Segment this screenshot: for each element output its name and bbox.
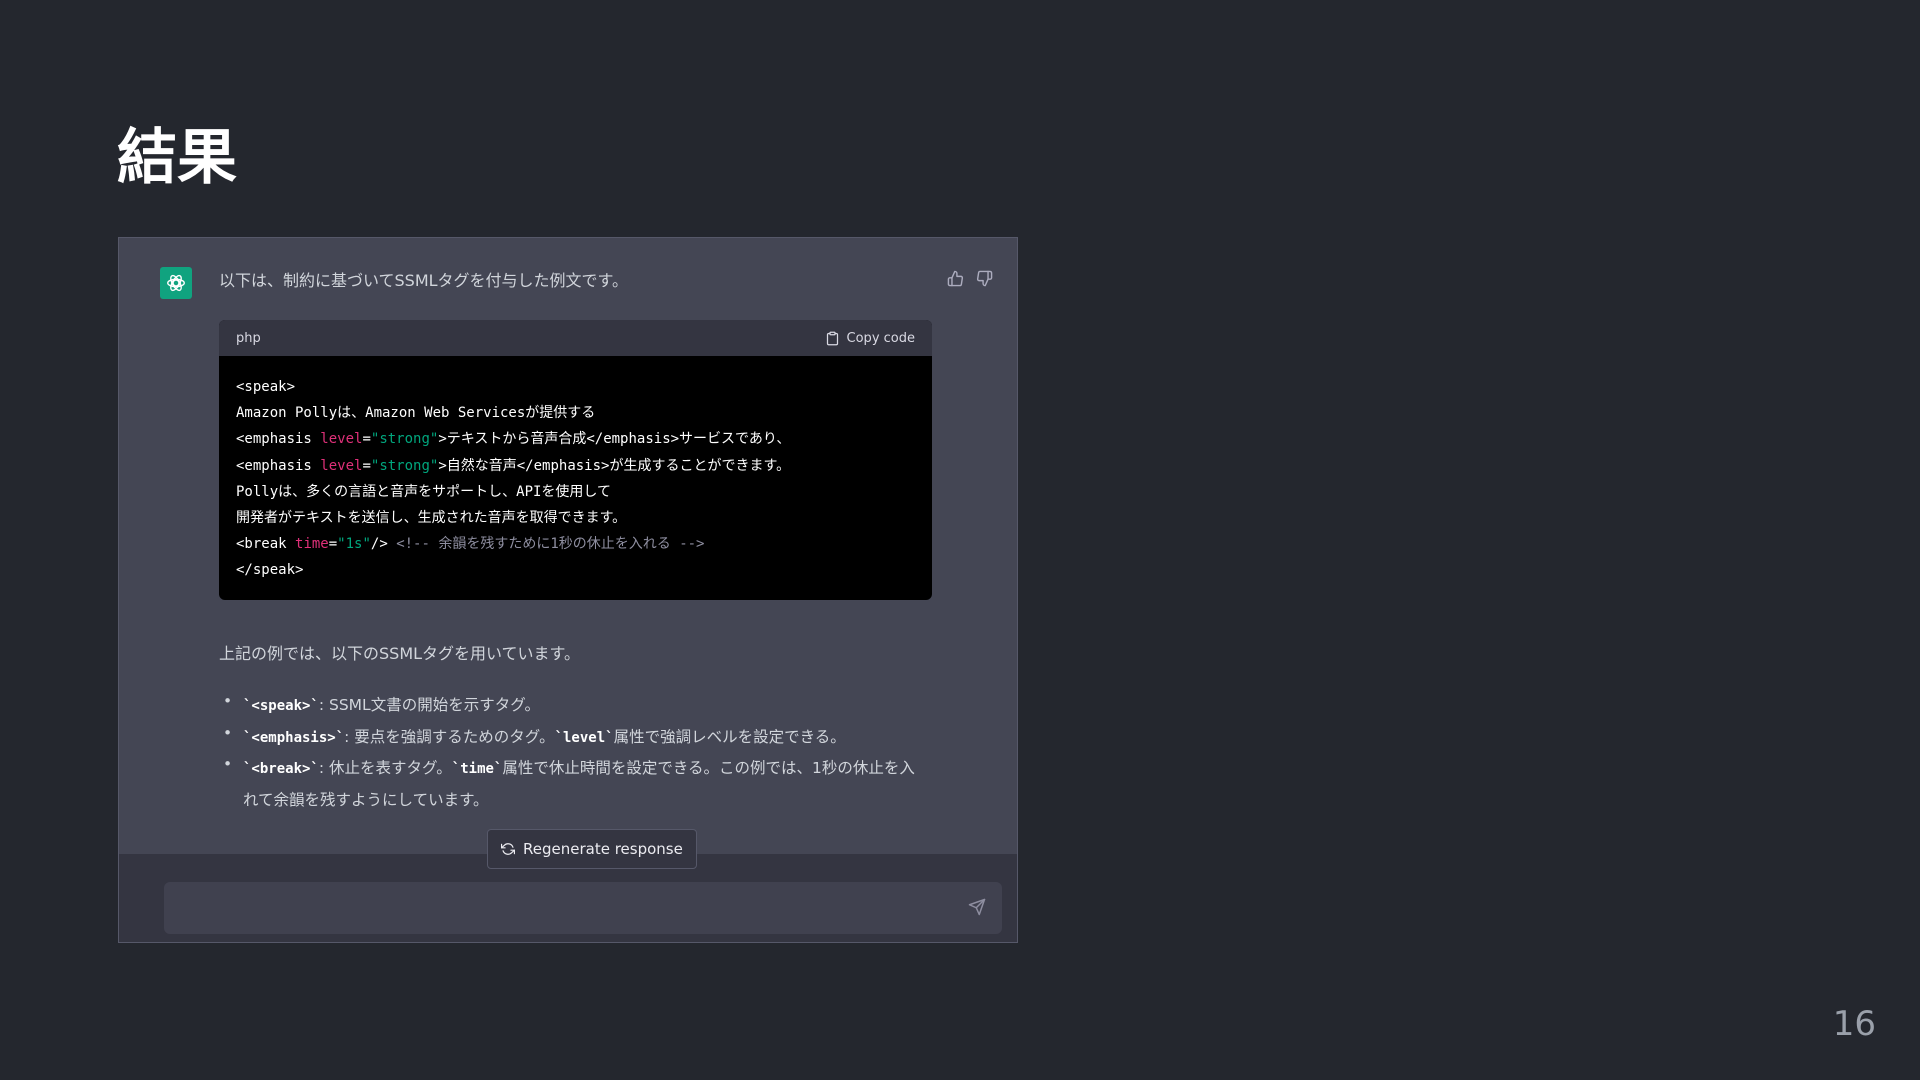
thumbs-up-icon bbox=[947, 270, 964, 287]
assistant-avatar bbox=[160, 267, 192, 299]
message-input[interactable] bbox=[178, 882, 962, 936]
code-line: Amazon Pollyは、Amazon Web Servicesが提供する bbox=[236, 405, 596, 422]
code-line: <speak> bbox=[236, 379, 296, 395]
copy-code-label: Copy code bbox=[846, 330, 915, 346]
copy-code-button[interactable]: Copy code bbox=[825, 331, 915, 346]
thumbs-down-button[interactable] bbox=[976, 270, 993, 287]
page-number: 16 bbox=[1832, 1004, 1876, 1044]
thumbs-down-icon bbox=[976, 270, 993, 287]
regenerate-response-button[interactable]: Regenerate response bbox=[487, 829, 697, 869]
clipboard-icon bbox=[826, 331, 838, 345]
code-block: php Copy code <speak> Amazon Pollyは、Amazo… bbox=[219, 320, 932, 600]
openai-logo-icon bbox=[167, 274, 185, 292]
code-line: <emphasis level="strong">テキストから音声合成</emp… bbox=[236, 431, 791, 448]
chat-screenshot: 以下は、制約に基づいてSSMLタグを付与した例文です。 php Copy cod… bbox=[118, 237, 1018, 943]
code-line: <emphasis level="strong">自然な音声</emphasis… bbox=[236, 457, 791, 474]
code-line: 開発者がテキストを送信し、生成された音声を取得できます。 bbox=[236, 510, 627, 527]
assistant-intro-text: 以下は、制約に基づいてSSMLタグを付与した例文です。 bbox=[219, 271, 628, 290]
list-item: `<emphasis>`: 要点を強調するためのタグ。`level`属性で強調レ… bbox=[219, 718, 919, 754]
thumbs-up-button[interactable] bbox=[947, 270, 964, 287]
code-block-header: php Copy code bbox=[219, 320, 932, 356]
summary-text: 上記の例では、以下のSSMLタグを用いています。 bbox=[219, 644, 580, 663]
regenerate-response-label: Regenerate response bbox=[523, 840, 683, 858]
message-input-box bbox=[164, 882, 1002, 936]
feedback-buttons bbox=[947, 270, 993, 287]
code-line: </speak> bbox=[236, 562, 304, 579]
code-line: Pollyは、多くの言語と音声をサポートし、APIを使用して bbox=[236, 483, 612, 500]
list-item: `<break>`: 休止を表すタグ。`time`属性で休止時間を設定できる。こ… bbox=[219, 749, 919, 815]
slide-title: 結果 bbox=[117, 123, 237, 193]
refresh-icon bbox=[501, 843, 515, 855]
code-body: <speak> Amazon Pollyは、Amazon Web Services… bbox=[219, 356, 932, 600]
send-button[interactable] bbox=[968, 898, 986, 920]
send-icon bbox=[968, 898, 986, 916]
tag-bullet-list: `<speak>`: SSML文書の開始を示すタグ。 `<emphasis>`:… bbox=[219, 686, 919, 815]
code-line: <break time="1s"/> <!-- 余韻を残すために1秒の休止を入れ… bbox=[236, 536, 705, 553]
code-language-label: php bbox=[236, 330, 261, 346]
list-item: `<speak>`: SSML文書の開始を示すタグ。 bbox=[219, 686, 919, 722]
